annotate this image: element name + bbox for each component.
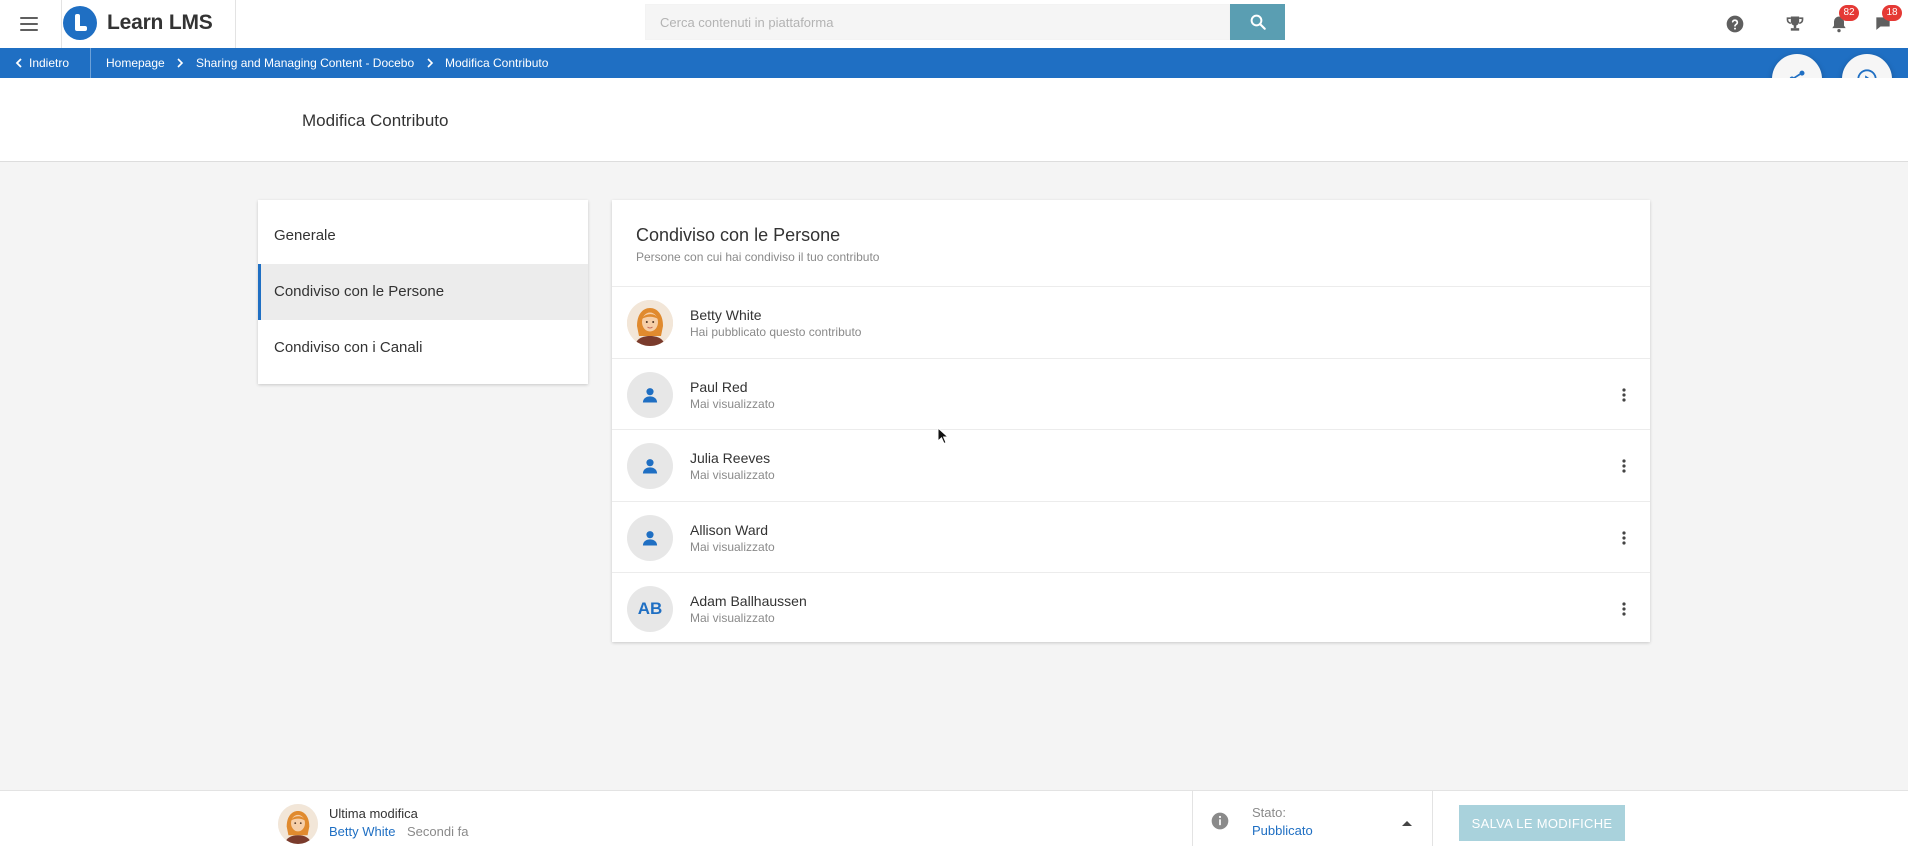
person-name: Adam Ballhaussen [690,593,807,609]
help-icon [1726,15,1744,33]
shared-people-panel: Condiviso con le Persone Persone con cui… [612,200,1650,642]
avatar [627,371,673,418]
person-icon [642,530,658,545]
avatar-initials: AB [637,599,663,618]
person-name: Betty White [690,307,762,323]
hamburger-icon [19,17,38,31]
help-button[interactable] [1721,10,1749,38]
more-options-button[interactable] [1612,452,1636,480]
trophy-icon [1786,16,1804,31]
mouse-cursor-icon [937,427,949,445]
menu-item-people[interactable]: Condiviso con le Persone [258,264,588,320]
messages-badge: 18 [1882,5,1902,21]
page-title: Modifica Contributo [302,111,449,130]
menu-item-generale[interactable]: Generale [258,208,588,264]
menu-button[interactable] [0,0,57,48]
person-status: Mai visualizzato [690,611,775,625]
footer-divider [1432,791,1433,846]
user-photo-icon [278,804,318,844]
more-vertical-icon [1622,387,1626,402]
save-changes-button[interactable]: SALVA LE MODIFICHE [1459,805,1625,841]
avatar [278,804,318,844]
caret-up-icon[interactable] [1402,821,1412,826]
avatar: AB [627,586,673,632]
breadcrumb-current: Modifica Contributo [445,56,549,70]
panel-header: Condiviso con le Persone Persone con cui… [612,200,1650,287]
person-status: Mai visualizzato [690,539,775,554]
notifications-button[interactable]: 82 [1825,5,1859,38]
person-row: Allison Ward Mai visualizzato [612,502,1650,573]
more-options-button[interactable] [1612,595,1636,623]
breadcrumb-homepage[interactable]: Homepage [106,48,165,78]
last-edit-user[interactable]: Betty White [329,824,395,839]
achievements-button[interactable] [1781,10,1809,38]
header-divider [235,0,236,48]
search-input[interactable] [645,4,1230,40]
person-row: AB Adam Ballhaussen Mai visualizzato [612,573,1650,645]
top-header: Learn LMS 82 18 [0,0,1908,48]
person-status: Mai visualizzato [690,468,775,482]
logo-icon [63,6,97,40]
more-vertical-icon [1622,530,1626,545]
back-link[interactable]: Indietro [14,48,69,78]
person-name: Allison Ward [690,521,769,538]
header-divider [61,0,62,48]
app-logo[interactable]: Learn LMS [63,6,213,40]
state-label: Stato: [1252,805,1286,820]
person-status: Hai pubblicato questo contributo [690,325,862,339]
panel-subtitle: Persone con cui hai condiviso il tuo con… [636,250,880,264]
info-icon[interactable] [1210,811,1230,831]
person-row: Paul Red Mai visualizzato [612,359,1650,430]
last-edit-time: Secondi fa [407,824,469,839]
more-vertical-icon [1622,602,1626,616]
person-row: Julia Reeves Mai visualizzato [612,430,1650,502]
more-options-button[interactable] [1612,524,1636,552]
back-label: Indietro [29,56,70,70]
chevron-left-icon [15,58,22,68]
footer-divider [1192,791,1193,846]
more-vertical-icon [1622,459,1626,473]
state-select[interactable]: Pubblicato [1252,823,1313,838]
search-icon [1250,14,1266,30]
avatar [627,300,673,346]
user-photo-icon [627,300,673,346]
person-status: Mai visualizzato [690,396,775,411]
search-bar [645,4,1285,40]
breadcrumb-course[interactable]: Sharing and Managing Content - Docebo [196,48,414,78]
footer-bar: Ultima modifica Betty White Secondi fa S… [0,790,1908,846]
app-title: Learn LMS [107,11,213,34]
more-options-button[interactable] [1612,381,1636,409]
search-button[interactable] [1230,4,1285,40]
breadcrumb-divider [90,48,91,78]
notifications-badge: 82 [1839,5,1859,21]
person-row: Betty White Hai pubblicato questo contri… [612,287,1650,359]
page-header: Modifica Contributo [0,78,1908,162]
chevron-right-icon [427,58,434,68]
last-edit-label: Ultima modifica [329,806,418,821]
messages-button[interactable]: 18 [1869,5,1902,38]
person-icon [642,459,658,474]
person-name: Paul Red [690,378,748,395]
avatar [627,443,673,489]
section-menu: Generale Condiviso con le Persone Condiv… [258,200,588,384]
chevron-right-icon [177,58,184,68]
panel-title: Condiviso con le Persone [636,225,841,245]
person-name: Julia Reeves [690,450,771,466]
menu-item-channels[interactable]: Condiviso con i Canali [258,320,588,376]
breadcrumb: Indietro Homepage Sharing and Managing C… [0,48,1908,78]
avatar [627,514,673,561]
person-icon [642,387,658,402]
